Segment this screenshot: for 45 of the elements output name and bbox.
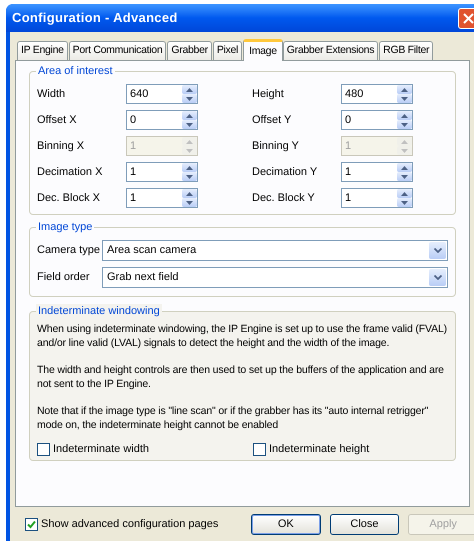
tab[interactable]: Grabber xyxy=(167,41,212,60)
checkbox-label[interactable]: Indeterminate height xyxy=(269,441,370,458)
field-label: Binning X xyxy=(37,138,86,154)
field-label: Offset Y xyxy=(252,112,292,128)
field-label: Field order xyxy=(37,270,91,286)
tab[interactable]: Grabber Extensions xyxy=(282,41,378,60)
tab[interactable]: Image xyxy=(243,39,283,61)
field-label: Decimation Y xyxy=(252,164,318,180)
window-title: Configuration - Advanced xyxy=(12,9,178,28)
checkbox[interactable] xyxy=(37,442,50,456)
tab[interactable]: Pixel xyxy=(212,41,242,60)
tab[interactable]: RGB Filter xyxy=(379,41,434,60)
paragraph: The width and height controls are then used to set up the buffers of the application and are not sent to the IP Engine. xyxy=(37,363,445,391)
button[interactable]: OK xyxy=(250,514,321,534)
spin-box[interactable]: 480 xyxy=(341,84,413,104)
button[interactable]: Close xyxy=(330,514,400,534)
close-icon xyxy=(463,12,474,24)
field-label: Height xyxy=(252,86,285,102)
spin-box[interactable]: 0 xyxy=(126,110,198,130)
tab[interactable]: IP Engine xyxy=(17,41,68,60)
checkbox-label[interactable]: Show advanced configuration pages xyxy=(41,516,218,532)
spin-box[interactable]: 1 xyxy=(341,188,413,208)
field-label: Width xyxy=(37,86,66,102)
group-title: Image type xyxy=(36,220,94,234)
spin-box[interactable]: 640 xyxy=(126,84,198,104)
checkbox[interactable] xyxy=(253,442,266,456)
dropdown[interactable]: Grab next field xyxy=(102,267,448,288)
field-label: Dec. Block Y xyxy=(252,190,316,206)
spin-box[interactable]: 1 xyxy=(341,162,413,182)
checkbox[interactable] xyxy=(25,518,38,530)
field-label: Binning Y xyxy=(252,138,300,154)
tab[interactable]: Port Communication xyxy=(68,41,166,60)
paragraph: When using indeterminate windowing, the IP Engine is set up to use the frame valid (FVAL) and/or line valid (LVAL) signals to detect the height and the width of the image. xyxy=(37,322,448,350)
field-label: Camera type xyxy=(37,243,101,258)
group-title: Indeterminate windowing xyxy=(36,304,162,318)
paragraph: Note that if the image type is "line scan" or if the grabber has its "auto internal retrigger" mode on, the indeterminate height cannot be enabled xyxy=(37,404,430,432)
spin-box[interactable]: 1 xyxy=(126,162,198,182)
close-button[interactable] xyxy=(458,8,474,28)
field-label: Dec. Block X xyxy=(37,190,101,206)
spin-box[interactable]: 1 xyxy=(126,188,198,208)
dropdown[interactable]: Area scan camera xyxy=(102,240,448,261)
field-label: Decimation X xyxy=(37,164,104,180)
field-label: Offset X xyxy=(37,112,78,128)
checkbox-label[interactable]: Indeterminate width xyxy=(53,441,149,458)
spin-box[interactable]: 0 xyxy=(341,110,413,130)
